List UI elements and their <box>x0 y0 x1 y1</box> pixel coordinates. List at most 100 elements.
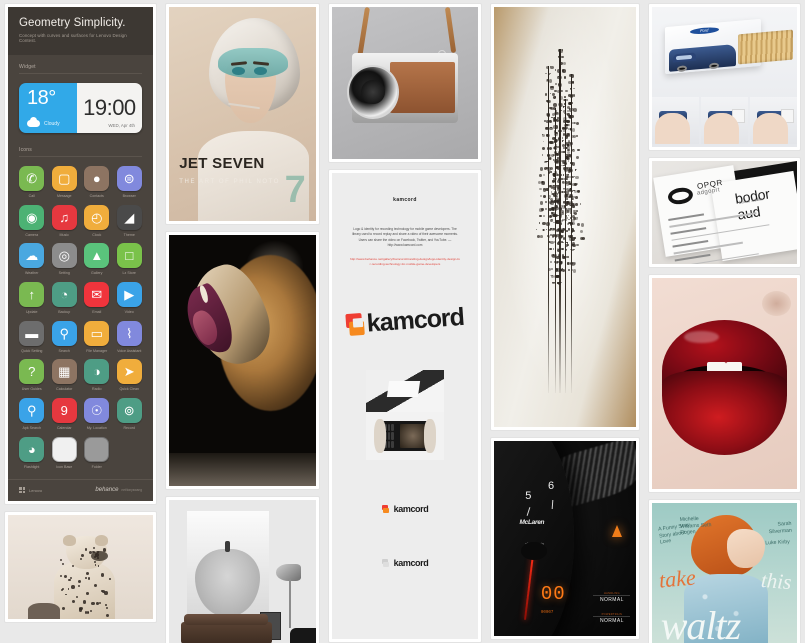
leather-sofa <box>181 622 272 643</box>
app-icon-tile[interactable]: ↑ <box>19 282 44 307</box>
app-icon-browser[interactable]: ⊜ Browser <box>117 166 143 199</box>
app-icon-email[interactable]: ✉ Email <box>84 282 110 315</box>
pin-mclaren[interactable]: 5 6 McLaren x1000 r/min 00 00007 HANDLIN… <box>490 437 640 640</box>
app-icon-label: Setting <box>52 271 78 276</box>
kamcord-link[interactable]: http://www.behance.net/gallery/Kamcord-b… <box>346 257 464 267</box>
app-icon-theme[interactable]: ◢ Theme <box>117 205 143 238</box>
app-icon-tile[interactable]: ⌇ <box>117 321 142 346</box>
app-icon-voice-assistant[interactable]: ⌇ Voice Assistant <box>117 321 143 354</box>
app-icon-tile[interactable]: ▬ <box>19 321 44 346</box>
app-icon-tile[interactable]: ▲ <box>84 243 109 268</box>
app-icon-my-location[interactable]: ☉ My. Location <box>84 398 110 431</box>
clock-widget[interactable]: 19:00 WED, Apr 4th <box>77 83 142 133</box>
pin-bw-interior[interactable] <box>165 496 320 643</box>
app-icon-quick-setting[interactable]: ▬ Quick Setting <box>19 321 45 354</box>
studio-lamp-head <box>276 564 301 581</box>
app-icon-tile[interactable]: ⊜ <box>117 166 142 191</box>
pin-camera[interactable] <box>328 3 482 163</box>
app-icon-contacts[interactable]: ● Contacts <box>84 166 110 199</box>
app-icon-tile[interactable]: ♫ <box>52 205 77 230</box>
app-icon-tile[interactable]: ◉ <box>19 205 44 230</box>
app-icon-tile[interactable] <box>52 437 77 462</box>
cloud-icon <box>27 120 40 127</box>
app-icon-setting[interactable]: ◎ Setting <box>52 243 78 276</box>
app-icon-tile[interactable]: ⚲ <box>52 321 77 346</box>
weather-icon: ☁ <box>25 249 38 262</box>
pin-jet-seven[interactable]: 7 JET SEVEN THE ART OF PHIL NOTO <box>165 3 320 225</box>
app-icon-tile[interactable]: ◢ <box>117 205 142 230</box>
app-icon-call[interactable]: ✆ Call <box>19 166 45 199</box>
app-icon-label: Flashlight <box>19 465 45 470</box>
kamcord-mark-icon-small <box>382 505 391 514</box>
app-icon-tile[interactable]: 9 <box>52 398 77 423</box>
app-icon-tile[interactable]: ✉ <box>84 282 109 307</box>
app-icon-apk-search[interactable]: ⚲ Apk Search <box>19 398 45 431</box>
footer-brand-right-label: behance <box>95 487 118 493</box>
app-icon-radio[interactable]: ◑ Radio <box>84 359 110 392</box>
pin-cheetah[interactable] <box>4 511 157 623</box>
ui-concept-body: Widget 18° Cloudy 19:00 WED, Apr 4th Ico… <box>8 55 153 469</box>
app-icon-label: Contacts <box>84 194 110 199</box>
app-icon-file-manager[interactable]: ▭ File Manager <box>84 321 110 354</box>
app-icon-tile[interactable]: ● <box>84 166 109 191</box>
weather-clock-widget[interactable]: 18° Cloudy 19:00 WED, Apr 4th <box>19 83 142 133</box>
app-icon-record[interactable]: ⊚ Record <box>117 398 143 431</box>
pin-lips[interactable] <box>648 274 801 493</box>
app-icon-tile[interactable]: ◕ <box>19 437 44 462</box>
app-icon-tile[interactable]: ▢ <box>52 166 77 191</box>
record-icon: ⊚ <box>124 404 135 417</box>
app-icon-tile[interactable]: ⚲ <box>19 398 44 423</box>
app-icon-user-guides[interactable]: ? User Guides <box>19 359 45 392</box>
app-icon-tile[interactable]: ? <box>19 359 44 384</box>
footer-brand-right-url: net/tonyswang <box>121 488 142 492</box>
app-icon-tile[interactable]: ▶ <box>117 282 142 307</box>
app-icon-tile[interactable]: ◔ <box>52 282 77 307</box>
app-icon-tile[interactable]: ▭ <box>84 321 109 346</box>
app-icon-label: Weather <box>19 271 45 276</box>
pin-geometry-simplicity[interactable]: Geometry Simplicity. Concept with curves… <box>4 3 157 505</box>
app-icon-label: Call <box>19 194 45 199</box>
app-icon-tile[interactable]: ◴ <box>84 205 109 230</box>
handling-mode-value: NORMAL <box>593 595 630 603</box>
app-icon-tile[interactable]: ✆ <box>19 166 44 191</box>
app-icon-tile[interactable] <box>84 437 109 462</box>
app-icon-clock[interactable]: ◴ Clock <box>84 205 110 238</box>
app-icon-tile[interactable]: ➤ <box>117 359 142 384</box>
app-icon-quick-clean[interactable]: ➤ Quick Clean <box>117 359 143 392</box>
app-icon-folder[interactable]: Folder <box>84 437 110 470</box>
app-icon-tile[interactable]: ▦ <box>52 359 77 384</box>
app-icon-tile[interactable]: ☉ <box>84 398 109 423</box>
app-icon-icon-base[interactable]: Icon Base <box>52 437 78 470</box>
pin-lion[interactable] <box>165 231 320 490</box>
app-icon-backup[interactable]: ◔ Backup <box>52 282 78 315</box>
app-icon-search[interactable]: ⚲ Search <box>52 321 78 354</box>
app-icon-tile[interactable]: ⊚ <box>117 398 142 423</box>
app-icon-camera[interactable]: ◉ Camera <box>19 205 45 238</box>
app-icon-tile[interactable]: ☁ <box>19 243 44 268</box>
app-icon-tile[interactable]: ◎ <box>52 243 77 268</box>
app-icon-video[interactable]: ▶ Video <box>117 282 143 315</box>
app-icon-tile[interactable]: ◑ <box>84 359 109 384</box>
app-icon-gallery[interactable]: ▲ Gallery <box>84 243 110 276</box>
bodor-audio-identity: OPQR adgoprt bodor aud bodor audio. <box>652 161 797 264</box>
pin-take-this-waltz[interactable]: A Funny Sexy Story about Love Michelle W… <box>648 499 801 643</box>
app-icon-flashlight[interactable]: ◕ Flashlight <box>19 437 45 470</box>
app-icon-calculator[interactable]: ▦ Calculator <box>52 359 78 392</box>
app-icon-update[interactable]: ↑ Update <box>19 282 45 315</box>
masonry-board: Geometry Simplicity. Concept with curves… <box>0 0 805 643</box>
poster-figure <box>225 541 230 552</box>
app-icon-music[interactable]: ♫ Music <box>52 205 78 238</box>
app-icon-weather[interactable]: ☁ Weather <box>19 243 45 276</box>
pin-trees-artwork[interactable] <box>490 3 640 431</box>
pin-ford-matchbox[interactable]: Ford <box>648 3 801 151</box>
app-icon-calendar[interactable]: 9 Calendar <box>52 398 78 431</box>
pin-bodor-audio[interactable]: OPQR adgoprt bodor aud bodor audio. <box>648 157 801 268</box>
app-icon-lz-store[interactable]: □ Lz Store <box>117 243 143 276</box>
pin-kamcord[interactable]: kamcord Logo & identity for recording te… <box>328 169 482 643</box>
app-icon-label: Voice Assistant <box>117 349 143 354</box>
weather-widget[interactable]: 18° Cloudy <box>19 83 77 133</box>
quick-setting-icon: ▬ <box>25 327 38 340</box>
app-icon-tile[interactable]: □ <box>117 243 142 268</box>
app-icon-message[interactable]: ▢ Message <box>52 166 78 199</box>
app-icon-label: Camera <box>19 233 45 238</box>
